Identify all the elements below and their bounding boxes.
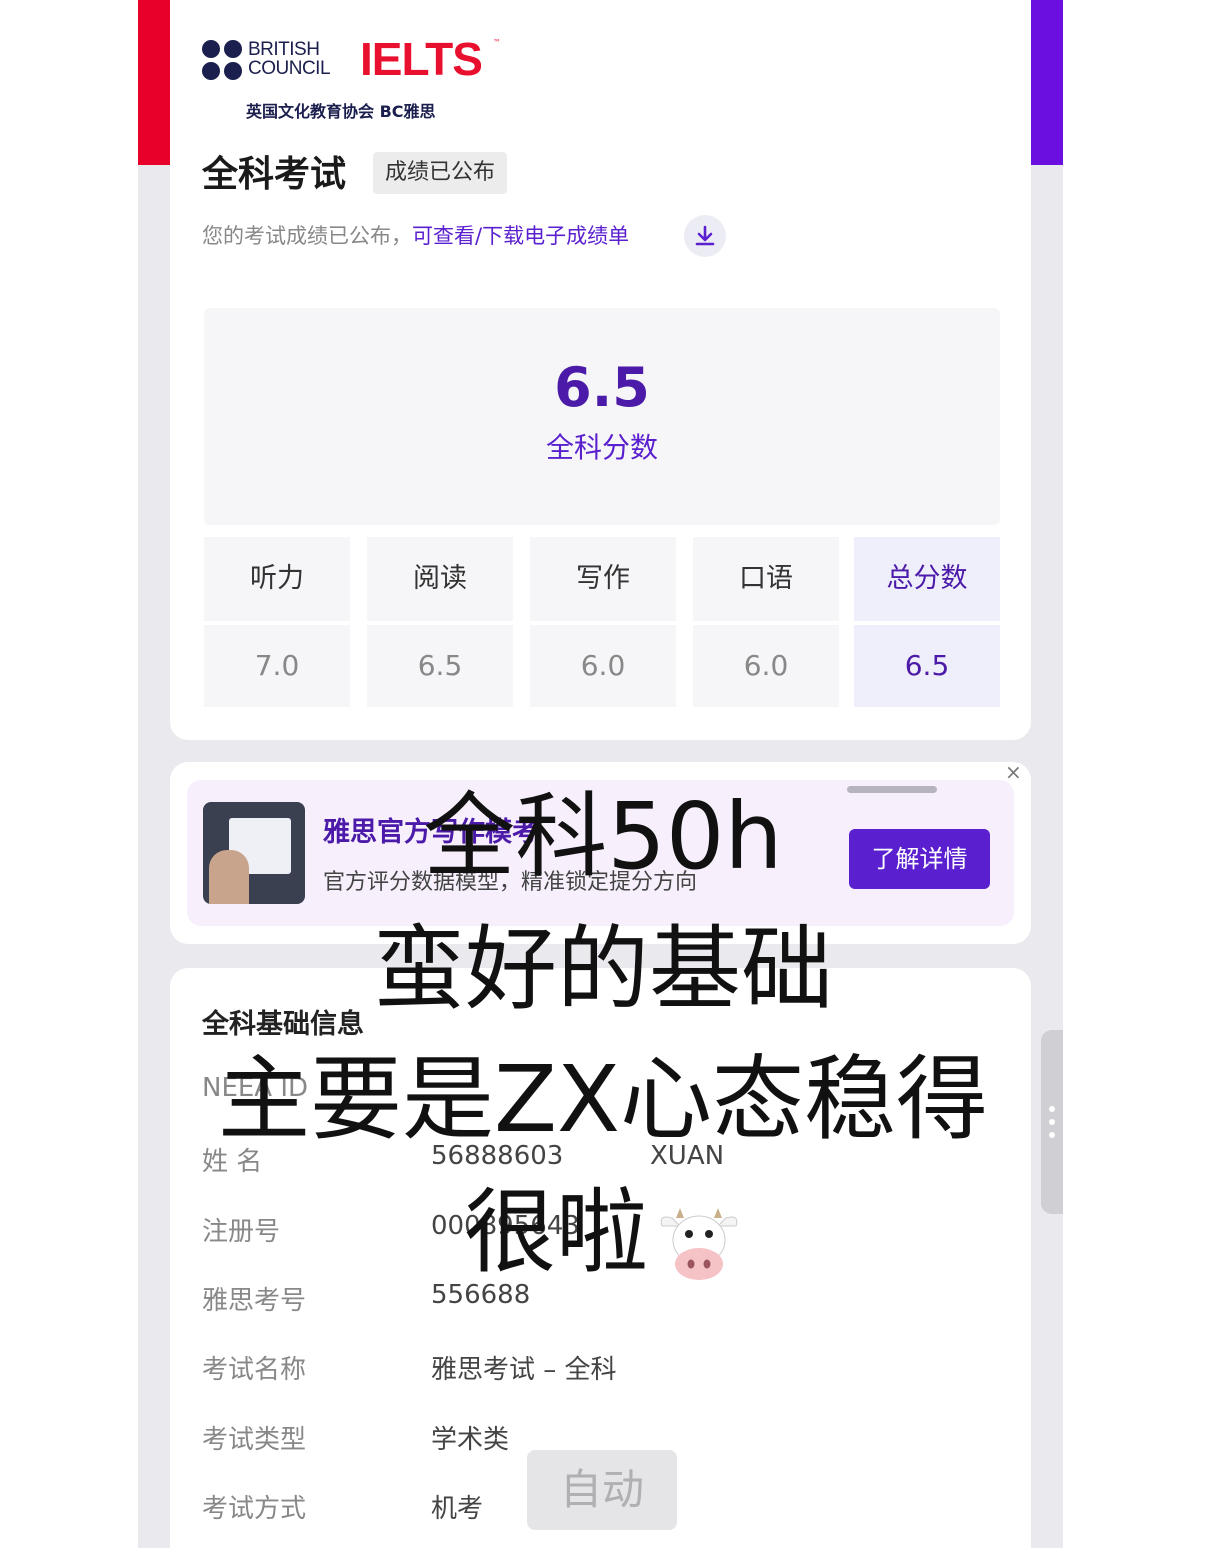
overall-score-label: 全科分数	[545, 431, 658, 464]
download-icon	[695, 225, 715, 246]
brand-subtitle: 英国文化教育协会 BC雅思	[246, 102, 436, 121]
score-value: 7.0	[204, 625, 350, 707]
download-button[interactable]	[684, 215, 726, 257]
score-writing: 写作 6.0	[530, 537, 676, 707]
overall-score-panel: 6.5 全科分数	[204, 308, 1000, 525]
result-card: BRITISH COUNCIL IELTS ™ 英国文化教育协会 BC雅思 全科…	[170, 0, 1031, 740]
info-row-exam-name: 考试名称 雅思考试 – 全科	[202, 1349, 1002, 1389]
caption-line-4-text: 很啦	[463, 1179, 648, 1286]
caption-line-4: 很啦	[0, 1158, 1206, 1291]
score-value: 6.5	[367, 625, 513, 707]
score-listening: 听力 7.0	[204, 537, 350, 707]
british-council-dots-icon	[202, 40, 244, 82]
info-label: 考试方式	[202, 1494, 307, 1524]
info-value: 雅思考试 – 全科	[431, 1355, 617, 1385]
ielts-wordmark: IELTS	[360, 33, 483, 85]
score-label: 总分数	[854, 537, 1000, 621]
cow-face-icon	[656, 1199, 742, 1280]
notice-text: 您的考试成绩已公布，	[202, 224, 412, 248]
brand-stripe-right	[1031, 0, 1063, 165]
overall-score: 6.5	[554, 356, 650, 419]
score-value: 6.0	[530, 625, 676, 707]
score-value: 6.5	[854, 625, 1000, 707]
trademark-mark: ™	[493, 38, 501, 47]
info-value: 学术类	[431, 1425, 510, 1455]
info-label: 考试名称	[202, 1355, 307, 1385]
caption-line-1: 全科50h	[423, 783, 783, 890]
score-value: 6.0	[693, 625, 839, 707]
download-report-link[interactable]: 可查看/下载电子成绩单	[412, 224, 629, 248]
score-label: 听力	[204, 537, 350, 621]
info-value: 机考	[431, 1494, 484, 1524]
british-council-wordmark: BRITISH COUNCIL	[248, 39, 331, 79]
brand-stripe-left	[138, 0, 170, 165]
british-council-ielts-logo: BRITISH COUNCIL IELTS ™ 英国文化教育协会 BC雅思	[202, 36, 522, 121]
exam-title: 全科考试	[202, 154, 347, 195]
auto-button[interactable]: 自动	[527, 1450, 677, 1530]
caption-line-3: 主要是ZX心态稳得	[217, 1046, 989, 1153]
score-label: 阅读	[367, 537, 513, 621]
score-total: 总分数 6.5	[854, 537, 1000, 707]
status-badge: 成绩已公布	[373, 152, 508, 194]
score-label: 口语	[693, 537, 839, 621]
score-speaking: 口语 6.0	[693, 537, 839, 707]
result-notice: 您的考试成绩已公布，可查看/下载电子成绩单	[202, 220, 629, 250]
info-label: 考试类型	[202, 1425, 307, 1455]
caption-line-2: 蛮好的基础	[372, 916, 833, 1023]
score-reading: 阅读 6.5	[367, 537, 513, 707]
score-label: 写作	[530, 537, 676, 621]
